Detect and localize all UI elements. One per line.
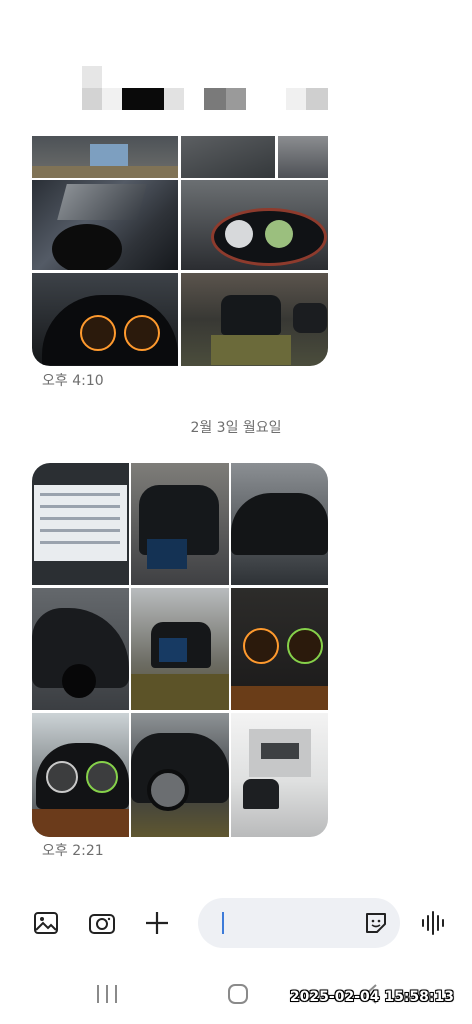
tow-truck-photo[interactable]	[231, 713, 328, 837]
home-icon[interactable]	[227, 983, 249, 1009]
recent-apps-icon[interactable]	[95, 984, 119, 1008]
voice-icon[interactable]	[417, 907, 449, 939]
gallery-icon[interactable]	[30, 907, 62, 939]
text-cursor	[222, 912, 224, 934]
car-photo[interactable]	[32, 588, 129, 710]
photo-grid-1[interactable]	[32, 136, 328, 366]
dashboard-photo[interactable]	[32, 273, 178, 366]
dashboard-photo[interactable]	[32, 713, 129, 837]
dashboard-photo[interactable]	[181, 180, 328, 270]
car-damage-photo[interactable]	[32, 180, 178, 270]
car-damage-photo[interactable]	[181, 136, 275, 178]
photo-grid-2[interactable]	[32, 463, 328, 837]
message-time: 오후 4:10	[42, 373, 104, 389]
date-divider: 2월 3일 월요일	[190, 420, 282, 436]
emoji-sticker-icon[interactable]	[360, 907, 392, 939]
document-photo[interactable]	[32, 463, 129, 585]
plus-icon[interactable]	[141, 907, 173, 939]
car-photo[interactable]	[131, 713, 229, 837]
car-damage-photo[interactable]	[32, 136, 178, 178]
timestamp-overlay: 2025-02-04 15:58:13	[289, 989, 454, 1005]
dashboard-photo[interactable]	[231, 588, 328, 710]
message-time: 오후 2:21	[42, 843, 104, 859]
car-photo[interactable]	[231, 463, 328, 585]
message-input[interactable]	[198, 898, 400, 948]
car-damage-photo[interactable]	[278, 136, 328, 178]
car-photo[interactable]	[131, 463, 229, 585]
tow-truck-photo[interactable]	[181, 273, 328, 366]
camera-icon[interactable]	[86, 907, 118, 939]
tow-truck-photo[interactable]	[131, 588, 229, 710]
